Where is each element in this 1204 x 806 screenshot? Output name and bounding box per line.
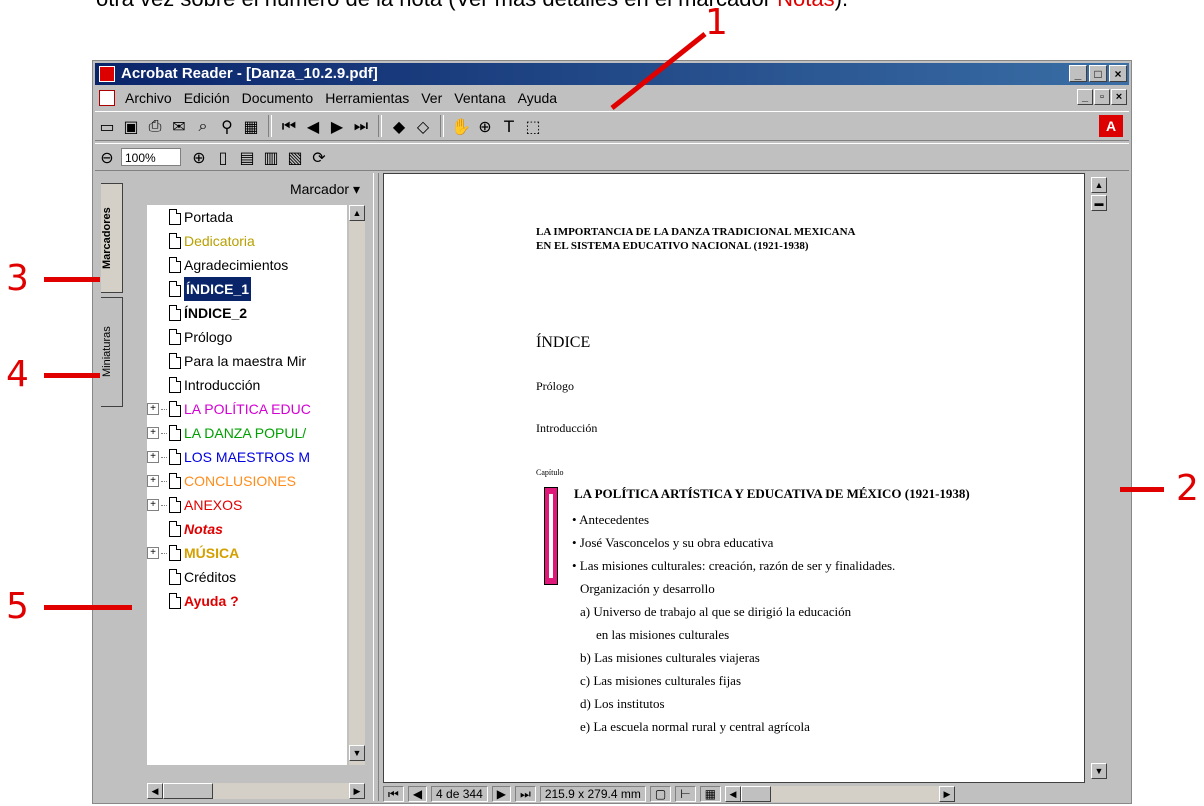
callout-line-2	[1120, 487, 1164, 492]
callout-5: 5	[6, 586, 29, 627]
callout-1: 1	[705, 2, 728, 43]
callout-4: 4	[6, 354, 29, 395]
callout-3: 3	[6, 258, 29, 299]
callout-line-3	[44, 277, 100, 282]
callout-2: 2	[1176, 468, 1199, 509]
callout-lines	[610, 32, 707, 110]
callout-line-1	[610, 32, 707, 110]
callout-line-4	[44, 373, 100, 378]
callout-line-5	[44, 605, 132, 610]
